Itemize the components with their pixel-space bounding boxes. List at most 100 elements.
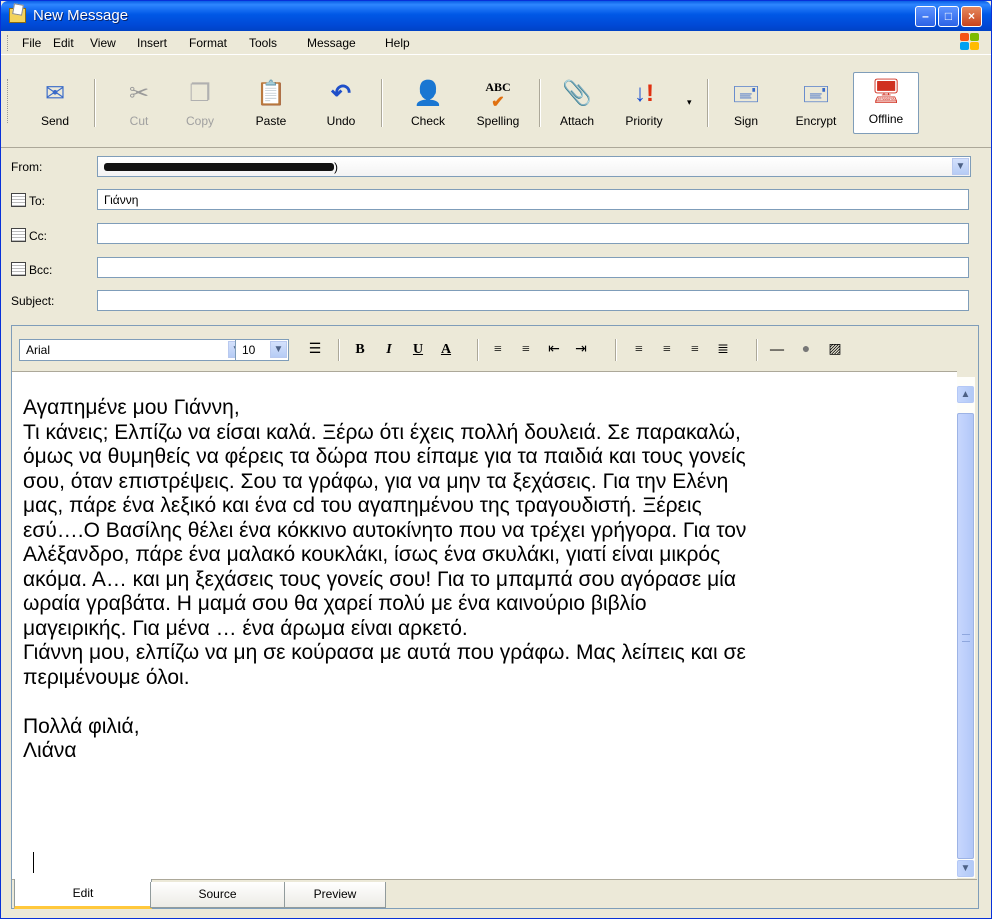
to-field[interactable]: Γιάννη bbox=[97, 189, 969, 210]
attach-button[interactable]: 📎 Attach bbox=[547, 75, 607, 131]
sign-button[interactable]: 🖃 Sign bbox=[716, 75, 776, 131]
menubar-grip[interactable] bbox=[7, 35, 11, 51]
view-tabs: Edit Source Preview bbox=[12, 879, 977, 909]
encrypt-icon: 🖃 bbox=[801, 80, 831, 107]
copy-icon: ❐ bbox=[189, 80, 211, 107]
encrypt-button[interactable]: 🖃 Encrypt bbox=[786, 75, 846, 131]
undo-button[interactable]: ↶ Undo bbox=[311, 75, 371, 131]
title-bar[interactable]: New Message – □ × bbox=[1, 1, 991, 31]
main-toolbar: ✉ Send ✂ Cut ❐ Copy 📋 Paste ↶ Undo 👤 Che… bbox=[1, 55, 991, 148]
menu-file[interactable]: File bbox=[22, 36, 41, 50]
decrease-indent-icon[interactable]: ⇤ bbox=[543, 340, 565, 360]
scroll-down-arrow-icon[interactable]: ▼ bbox=[957, 860, 974, 877]
cut-icon: ✂ bbox=[128, 80, 150, 107]
menu-insert[interactable]: Insert bbox=[137, 36, 167, 50]
menu-help[interactable]: Help bbox=[385, 36, 410, 50]
tab-source[interactable]: Source bbox=[150, 882, 285, 908]
tab-preview[interactable]: Preview bbox=[284, 882, 386, 908]
copy-button[interactable]: ❐ Copy bbox=[170, 75, 230, 131]
menu-tools[interactable]: Tools bbox=[249, 36, 277, 50]
bcc-label[interactable]: Bcc: bbox=[11, 262, 52, 277]
body-line: Αλέξανδρο, πάρε ένα μαλακό κουκλάκι, ίσω… bbox=[23, 543, 721, 566]
bcc-field[interactable] bbox=[97, 257, 969, 278]
format-separator bbox=[338, 339, 340, 361]
vertical-scrollbar[interactable]: ▲ ▼ bbox=[957, 377, 975, 878]
paste-icon: 📋 bbox=[256, 80, 286, 107]
menu-message[interactable]: Message bbox=[307, 36, 356, 50]
bcc-label-text: Bcc: bbox=[29, 263, 53, 277]
scrollbar-thumb[interactable] bbox=[957, 413, 974, 859]
from-dropdown-arrow-icon[interactable]: ▼ bbox=[952, 158, 969, 175]
italic-icon[interactable]: I bbox=[378, 340, 400, 360]
cut-button[interactable]: ✂ Cut bbox=[109, 75, 169, 131]
check-names-button[interactable]: 👤 Check bbox=[398, 75, 458, 131]
scroll-up-arrow-icon[interactable]: ▲ bbox=[957, 386, 974, 403]
address-book-icon bbox=[11, 228, 26, 242]
spelling-label: Spelling bbox=[476, 114, 520, 128]
align-center-icon[interactable]: ≡ bbox=[656, 340, 678, 360]
offline-button[interactable]: 🖥 Offline bbox=[853, 72, 919, 134]
priority-button[interactable]: ↓! Priority bbox=[614, 75, 674, 131]
font-name-select[interactable]: Arial ▼ bbox=[19, 339, 247, 361]
from-field[interactable]: ) ▼ bbox=[97, 156, 971, 177]
send-button[interactable]: ✉ Send bbox=[25, 75, 85, 131]
body-line: Τι κάνεις; Ελπίζω να είσαι καλά. Ξέρω ότ… bbox=[23, 420, 741, 444]
increase-indent-icon[interactable]: ⇥ bbox=[570, 340, 592, 360]
justify-icon[interactable]: ≣ bbox=[712, 340, 734, 360]
priority-dropdown-arrow-icon[interactable]: ▾ bbox=[687, 97, 692, 108]
cc-field[interactable] bbox=[97, 223, 969, 244]
format-separator bbox=[477, 339, 479, 361]
to-label-text: To: bbox=[29, 194, 46, 208]
bullet-list-icon[interactable]: ≡ bbox=[515, 340, 537, 360]
format-separator bbox=[615, 339, 617, 361]
font-size-select[interactable]: 10 ▼ bbox=[235, 339, 289, 361]
numbered-list-icon[interactable]: ≡ bbox=[487, 340, 509, 360]
font-color-icon[interactable]: A bbox=[435, 340, 457, 360]
body-line: όμως να θυμηθείς να φέρεις τα δώρα που ε… bbox=[23, 445, 746, 468]
paste-button[interactable]: 📋 Paste bbox=[241, 75, 301, 131]
to-value: Γιάννη bbox=[104, 193, 139, 207]
size-dropdown-arrow-icon[interactable]: ▼ bbox=[270, 341, 287, 358]
check-names-icon: 👤 bbox=[413, 80, 443, 107]
menu-format[interactable]: Format bbox=[189, 36, 227, 50]
body-line: ωραία γραβάτα. Η μαμά σου θα χαρεί πολύ … bbox=[23, 592, 647, 615]
align-left-icon[interactable]: ≡ bbox=[628, 340, 650, 360]
align-right-icon[interactable]: ≡ bbox=[684, 340, 706, 360]
to-label[interactable]: To: bbox=[11, 193, 45, 208]
minimize-button[interactable]: – bbox=[915, 6, 936, 27]
body-line: ακόμα. Α… και μη ξεχάσεις τους γονείς σο… bbox=[23, 567, 736, 591]
menu-view[interactable]: View bbox=[90, 36, 116, 50]
maximize-button[interactable]: □ bbox=[938, 6, 959, 27]
horizontal-line-icon[interactable]: — bbox=[766, 340, 788, 360]
sign-icon: 🖃 bbox=[731, 80, 761, 107]
address-book-icon bbox=[11, 193, 26, 207]
paperclip-icon: 📎 bbox=[562, 80, 592, 107]
underline-icon[interactable]: U bbox=[407, 340, 429, 360]
paragraph-style-icon[interactable]: ☰ bbox=[304, 340, 326, 360]
cc-label-text: Cc: bbox=[29, 229, 47, 243]
font-name-value: Arial bbox=[26, 343, 51, 357]
subject-field[interactable] bbox=[97, 290, 969, 311]
body-line: μαγειρικής. Για μένα … ένα άρωμα είναι α… bbox=[23, 616, 468, 640]
hyperlink-icon[interactable]: ● bbox=[795, 340, 817, 360]
bold-icon[interactable]: B bbox=[349, 340, 371, 360]
close-button[interactable]: × bbox=[961, 6, 982, 27]
priority-icon: ↓! bbox=[634, 80, 654, 107]
tab-edit[interactable]: Edit bbox=[14, 879, 152, 909]
body-line: Γιάννη μου, ελπίζω να μη σε κούρασα με α… bbox=[23, 641, 746, 664]
offline-label: Offline bbox=[868, 112, 904, 126]
toolbar-grip[interactable] bbox=[7, 79, 11, 123]
menu-edit[interactable]: Edit bbox=[53, 36, 74, 50]
font-size-value: 10 bbox=[242, 343, 256, 357]
body-line: Αγαπημένε μου Γιάννη, bbox=[23, 396, 240, 419]
spelling-button[interactable]: ABC ✔ Spelling bbox=[468, 75, 528, 131]
body-line bbox=[23, 690, 948, 715]
insert-picture-icon[interactable]: ▨ bbox=[824, 340, 846, 360]
text-caret bbox=[33, 852, 34, 873]
body-line: Λιάνα bbox=[23, 739, 77, 762]
cc-label[interactable]: Cc: bbox=[11, 228, 47, 243]
format-separator bbox=[756, 339, 758, 361]
message-body-text[interactable]: Αγαπημένε μου Γιάννη, Τι κάνεις; Ελπίζω ν… bbox=[23, 396, 948, 764]
toolbar-separator bbox=[539, 79, 541, 127]
copy-label: Copy bbox=[185, 114, 214, 128]
